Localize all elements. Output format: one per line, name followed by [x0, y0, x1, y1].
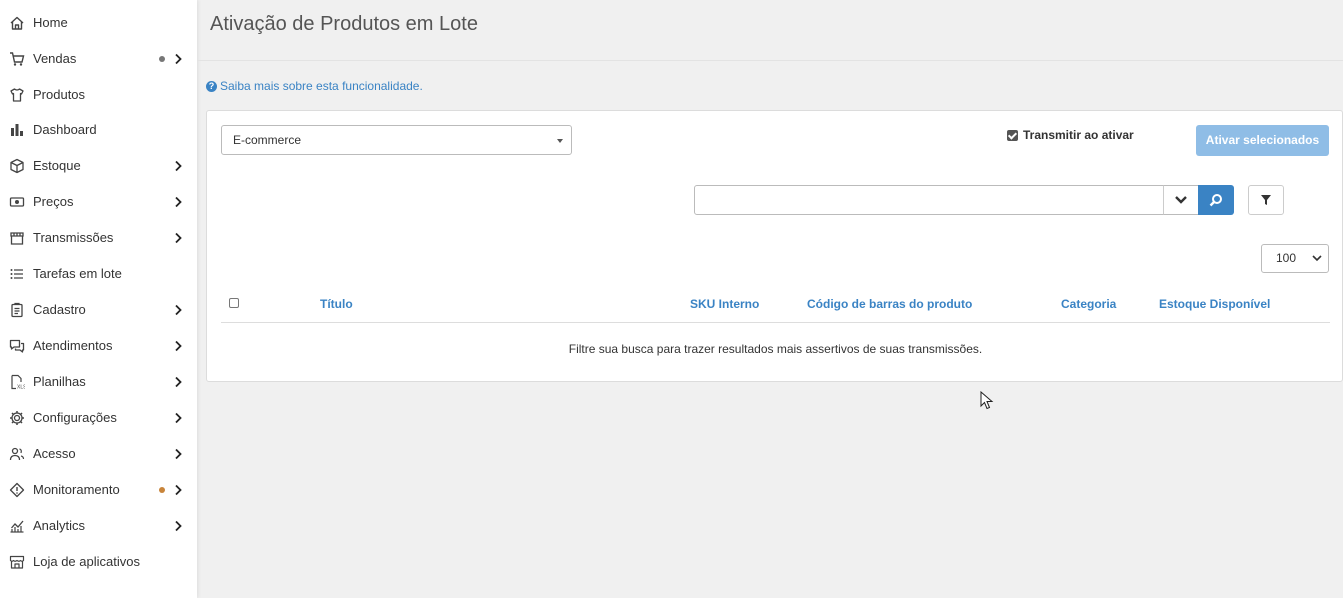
- chat-icon: [9, 338, 25, 354]
- sidebar-item-label: Tarefas em lote: [33, 266, 122, 281]
- sidebar-item-tarefas-em-lote[interactable]: Tarefas em lote: [0, 256, 197, 292]
- box-icon: [9, 158, 25, 174]
- sidebar-item-label: Vendas: [33, 51, 77, 66]
- column-header-stock[interactable]: Estoque Disponível: [1159, 297, 1270, 311]
- chevron-right-icon: [175, 340, 182, 352]
- question-circle-icon: ?: [206, 80, 217, 92]
- chevron-right-icon: [175, 160, 182, 172]
- sidebar-item-label: Preços: [33, 194, 74, 209]
- sidebar-item-dashboard[interactable]: Dashboard: [0, 112, 197, 148]
- sidebar-item-label: Configurações: [33, 410, 117, 425]
- cart-icon: [9, 51, 25, 67]
- users-icon: [9, 446, 25, 462]
- bar-chart-icon: [9, 122, 25, 138]
- sidebar-item-produtos[interactable]: Produtos: [0, 77, 197, 113]
- chevron-right-icon: [175, 448, 182, 460]
- column-header-barcode[interactable]: Código de barras do produto: [807, 297, 972, 311]
- sidebar-item-cadastro[interactable]: Cadastro: [0, 292, 197, 328]
- sidebar-item-home[interactable]: Home: [0, 5, 197, 41]
- sidebar-item-label: Home: [33, 15, 68, 30]
- clipboard-icon: [9, 302, 25, 318]
- search-icon: [1209, 194, 1222, 207]
- table-header: Título SKU Interno Código de barras do p…: [221, 289, 1330, 323]
- sidebar-item-label: Transmissões: [33, 230, 114, 245]
- sidebar-item-analytics[interactable]: Analytics: [0, 508, 197, 544]
- mouse-pointer-icon: [980, 391, 994, 410]
- sidebar-item-transmissoes[interactable]: Transmissões: [0, 220, 197, 256]
- home-icon: [9, 15, 25, 31]
- chevron-right-icon: [175, 53, 182, 65]
- sidebar-item-acesso[interactable]: Acesso: [0, 436, 197, 472]
- svg-text:XLS: XLS: [17, 385, 25, 391]
- sidebar-item-estoque[interactable]: Estoque: [0, 148, 197, 184]
- transmit-on-activate: Transmitir ao ativar: [1007, 128, 1134, 142]
- channel-select[interactable]: E-commerce: [221, 125, 572, 155]
- sidebar-item-label: Cadastro: [33, 302, 86, 317]
- sidebar-item-label: Atendimentos: [33, 338, 113, 353]
- select-all-checkbox[interactable]: [229, 298, 239, 308]
- shirt-icon: [9, 87, 25, 103]
- sidebar-item-label: Loja de aplicativos: [33, 554, 140, 569]
- analytics-icon: [9, 518, 25, 534]
- header-divider: [197, 60, 1343, 61]
- sidebar-item-precos[interactable]: Preços: [0, 184, 197, 220]
- sidebar-item-label: Produtos: [33, 87, 86, 102]
- notification-dot: [159, 56, 165, 62]
- products-panel: E-commerce Transmitir ao ativar Ativar s…: [206, 110, 1343, 382]
- transmit-checkbox[interactable]: [1007, 129, 1018, 141]
- chevron-right-icon: [175, 412, 182, 424]
- search-button[interactable]: [1198, 185, 1234, 215]
- list-icon: [9, 266, 25, 282]
- page-size-value: 100: [1276, 251, 1297, 265]
- store-icon: [9, 230, 25, 246]
- sidebar-item-label: Monitoramento: [33, 482, 120, 497]
- sidebar-item-vendas[interactable]: Vendas: [0, 41, 197, 77]
- shop-icon: [9, 554, 25, 570]
- gear-icon: [9, 410, 25, 426]
- chevron-down-icon: [1175, 196, 1187, 204]
- activate-selected-button[interactable]: Ativar selecionados: [1196, 125, 1329, 156]
- sidebar: Home Vendas Produtos Dashboard Estoque Preços…: [0, 0, 197, 598]
- filter-icon: [1261, 195, 1271, 205]
- page-size-select[interactable]: 100: [1261, 244, 1329, 273]
- chevron-right-icon: [175, 376, 182, 388]
- transmit-label: Transmitir ao ativar: [1023, 128, 1134, 142]
- column-header-titulo[interactable]: Título: [320, 297, 353, 311]
- chevron-down-icon: [1312, 255, 1322, 262]
- chevron-right-icon: [175, 304, 182, 316]
- sidebar-item-label: Analytics: [33, 518, 86, 533]
- sidebar-item-configuracoes[interactable]: Configurações: [0, 400, 197, 436]
- diamond-alert-icon: [9, 482, 25, 498]
- sidebar-item-label: Estoque: [33, 158, 81, 173]
- sidebar-item-monitoramento[interactable]: Monitoramento: [0, 472, 197, 508]
- sidebar-item-planilhas[interactable]: XLS Planilhas: [0, 364, 197, 400]
- chevron-right-icon: [175, 484, 182, 496]
- sidebar-item-loja-de-aplicativos[interactable]: Loja de aplicativos: [0, 544, 197, 580]
- chevron-right-icon: [175, 196, 182, 208]
- help-link-label: Saiba mais sobre esta funcionalidade.: [220, 79, 423, 93]
- search-input[interactable]: [694, 185, 1164, 215]
- main-content: Ativação de Produtos em Lote ? Saiba mai…: [197, 0, 1343, 598]
- column-header-category[interactable]: Categoria: [1061, 297, 1116, 311]
- sidebar-item-atendimentos[interactable]: Atendimentos: [0, 328, 197, 364]
- sidebar-item-label: Acesso: [33, 446, 76, 461]
- page-title: Ativação de Produtos em Lote: [210, 13, 478, 35]
- caret-down-icon: [557, 139, 563, 143]
- spreadsheet-icon: XLS: [9, 374, 25, 390]
- channel-select-value: E-commerce: [233, 133, 302, 147]
- sidebar-item-label: Dashboard: [33, 122, 97, 137]
- filter-button[interactable]: [1248, 185, 1284, 215]
- empty-table-message: Filtre sua busca para trazer resultados …: [568, 342, 983, 356]
- money-icon: [9, 194, 25, 210]
- notification-dot: [159, 487, 165, 493]
- help-link[interactable]: ? Saiba mais sobre esta funcionalidade.: [206, 79, 423, 93]
- search-options-dropdown[interactable]: [1163, 185, 1199, 215]
- sidebar-item-label: Planilhas: [33, 374, 86, 389]
- column-header-sku[interactable]: SKU Interno: [690, 297, 759, 311]
- chevron-right-icon: [175, 232, 182, 244]
- chevron-right-icon: [175, 520, 182, 532]
